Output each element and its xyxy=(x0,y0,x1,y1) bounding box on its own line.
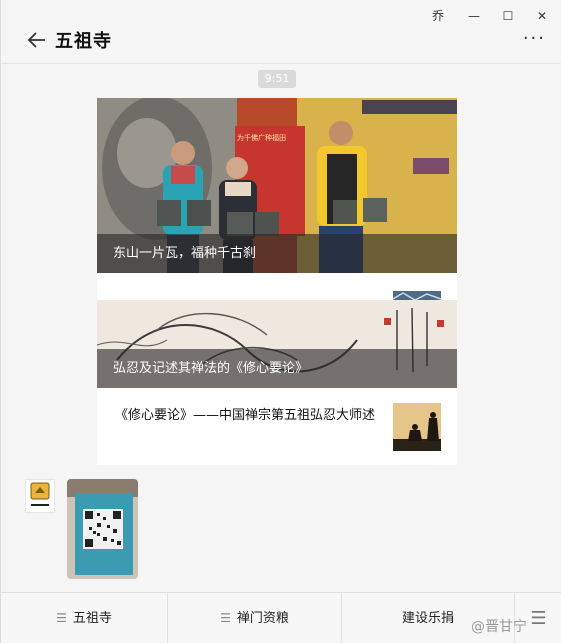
article-3-thumbnail[interactable] xyxy=(393,403,441,451)
close-icon: ✕ xyxy=(536,9,548,23)
title-bar: 乔 — ☐ ✕ 五祖寺 ··· xyxy=(1,0,561,64)
menu-item-label: 五祖寺 xyxy=(72,611,112,626)
hero-sign-text: 为千佛广种福田 xyxy=(237,133,286,142)
maximize-icon: ☐ xyxy=(502,9,514,23)
pin-button[interactable]: 乔 xyxy=(427,6,449,26)
menu-item-chanmen[interactable]: ☰ 禅门资粮 xyxy=(168,593,342,643)
chat-window: 乔 — ☐ ✕ 五祖寺 ··· 9:51 为千佛广种福田 东山一片瓦，福种千古刹… xyxy=(0,0,561,643)
timestamp: 9:51 xyxy=(258,70,296,88)
thumb-strip-image xyxy=(393,291,441,300)
article-item-2[interactable]: 弘忍及记述其禅法的《修心要论》 xyxy=(97,300,457,388)
menu-item-label: 建设乐捐 xyxy=(401,611,454,626)
article-title-2: 弘忍及记述其禅法的《修心要论》 xyxy=(97,349,457,388)
article-title-3[interactable]: 《修心要论》——中国禅宗第五祖弘忍大师述 xyxy=(115,406,385,426)
more-options-button[interactable]: ··· xyxy=(523,30,546,48)
article-card[interactable]: 为千佛广种福田 东山一片瓦，福种千古刹 弘忍及记述其禅法的《修心要论》 《修心要… xyxy=(97,98,457,465)
watermark: @晋甘宁 xyxy=(471,619,527,635)
keyboard-icon: ☰ xyxy=(530,608,547,629)
chat-scrollbar[interactable] xyxy=(549,65,559,592)
chat-area: 9:51 为千佛广种福田 东山一片瓦，福种千古刹 弘忍及记述其禅法的《修心要论》… xyxy=(1,65,561,592)
menu-item-wuzusi[interactable]: ☰ 五祖寺 xyxy=(1,593,168,643)
monks-silhouette-image xyxy=(393,403,441,451)
article-2-thumb-strip xyxy=(393,288,441,300)
page-title: 五祖寺 xyxy=(55,31,112,52)
close-button[interactable]: ✕ xyxy=(531,6,553,26)
arrow-left-icon xyxy=(27,32,45,48)
maximize-button[interactable]: ☐ xyxy=(497,6,519,26)
pin-icon: 乔 xyxy=(431,9,444,23)
qr-book-photo-image xyxy=(67,479,138,579)
menu-icon: ☰ xyxy=(56,611,67,625)
minimize-icon: — xyxy=(468,9,480,23)
minimize-button[interactable]: — xyxy=(463,6,485,26)
more-icon: ··· xyxy=(522,28,546,49)
temple-logo-icon xyxy=(30,482,50,508)
article-main-item[interactable]: 为千佛广种福田 东山一片瓦，福种千古刹 xyxy=(97,98,457,273)
back-button[interactable] xyxy=(25,28,49,52)
article-main-title: 东山一片瓦，福种千古刹 xyxy=(97,234,457,273)
avatar[interactable] xyxy=(25,479,55,513)
menu-icon: ☰ xyxy=(220,611,231,625)
menu-item-label: 禅门资粮 xyxy=(236,611,289,626)
image-message[interactable] xyxy=(67,479,138,579)
